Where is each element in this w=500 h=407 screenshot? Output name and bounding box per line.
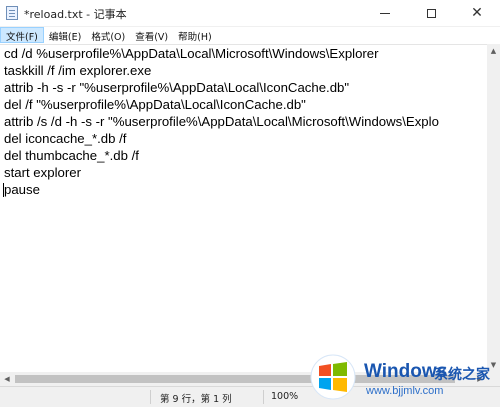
text-line: attrib /s /d -h -s -r "%userprofile%\App… xyxy=(4,114,439,129)
menu-format[interactable]: 格式(O) xyxy=(86,27,130,44)
text-line: start explorer xyxy=(4,165,81,180)
text-line: pause xyxy=(4,182,40,197)
text-line: del iconcache_*.db /f xyxy=(4,131,127,146)
watermark-brand-cn: 系统之家 xyxy=(434,367,490,383)
windows-logo-icon xyxy=(310,354,356,400)
watermark: Windows 系统之家 www.bjjmlv.com xyxy=(300,352,500,406)
status-divider xyxy=(150,390,151,404)
status-divider xyxy=(263,390,264,404)
menu-bar: 文件(F) 编辑(E) 格式(O) 查看(V) 帮助(H) xyxy=(0,27,500,44)
watermark-url: www.bjjmlv.com xyxy=(366,385,444,397)
scroll-left-arrow-icon[interactable]: ◀ xyxy=(0,372,14,386)
text-editor[interactable]: cd /d %userprofile%\AppData\Local\Micros… xyxy=(0,44,487,373)
title-bar[interactable]: *reload.txt - 记事本 ✕ xyxy=(0,0,500,27)
notepad-icon xyxy=(6,6,18,20)
maximize-button[interactable] xyxy=(408,0,454,26)
menu-help[interactable]: 帮助(H) xyxy=(173,27,217,44)
text-line: cd /d %userprofile%\AppData\Local\Micros… xyxy=(4,46,379,61)
close-icon: ✕ xyxy=(471,5,483,21)
menu-edit[interactable]: 编辑(E) xyxy=(44,27,86,44)
notepad-window: *reload.txt - 记事本 ✕ 文件(F) 编辑(E) 格式(O) 查看… xyxy=(0,0,500,407)
text-line: attrib -h -s -r "%userprofile%\AppData\L… xyxy=(4,80,350,95)
maximize-icon xyxy=(426,8,436,18)
vertical-scrollbar[interactable]: ▲ ▼ xyxy=(487,44,500,372)
menu-file[interactable]: 文件(F) xyxy=(0,27,44,43)
close-button[interactable]: ✕ xyxy=(454,0,500,26)
window-title: *reload.txt - 记事本 xyxy=(24,8,127,21)
zoom-level: 100% xyxy=(271,391,299,402)
text-caret xyxy=(3,183,4,197)
menu-view[interactable]: 查看(V) xyxy=(130,27,173,44)
cursor-position: 第 9 行，第 1 列 xyxy=(160,394,232,405)
scroll-up-arrow-icon[interactable]: ▲ xyxy=(487,44,500,58)
minimize-icon xyxy=(380,12,390,14)
text-line: del /f "%userprofile%\AppData\Local\Icon… xyxy=(4,97,306,112)
minimize-button[interactable] xyxy=(362,0,408,26)
text-line: del thumbcache_*.db /f xyxy=(4,148,139,163)
text-line: taskkill /f /im explorer.exe xyxy=(4,63,152,78)
